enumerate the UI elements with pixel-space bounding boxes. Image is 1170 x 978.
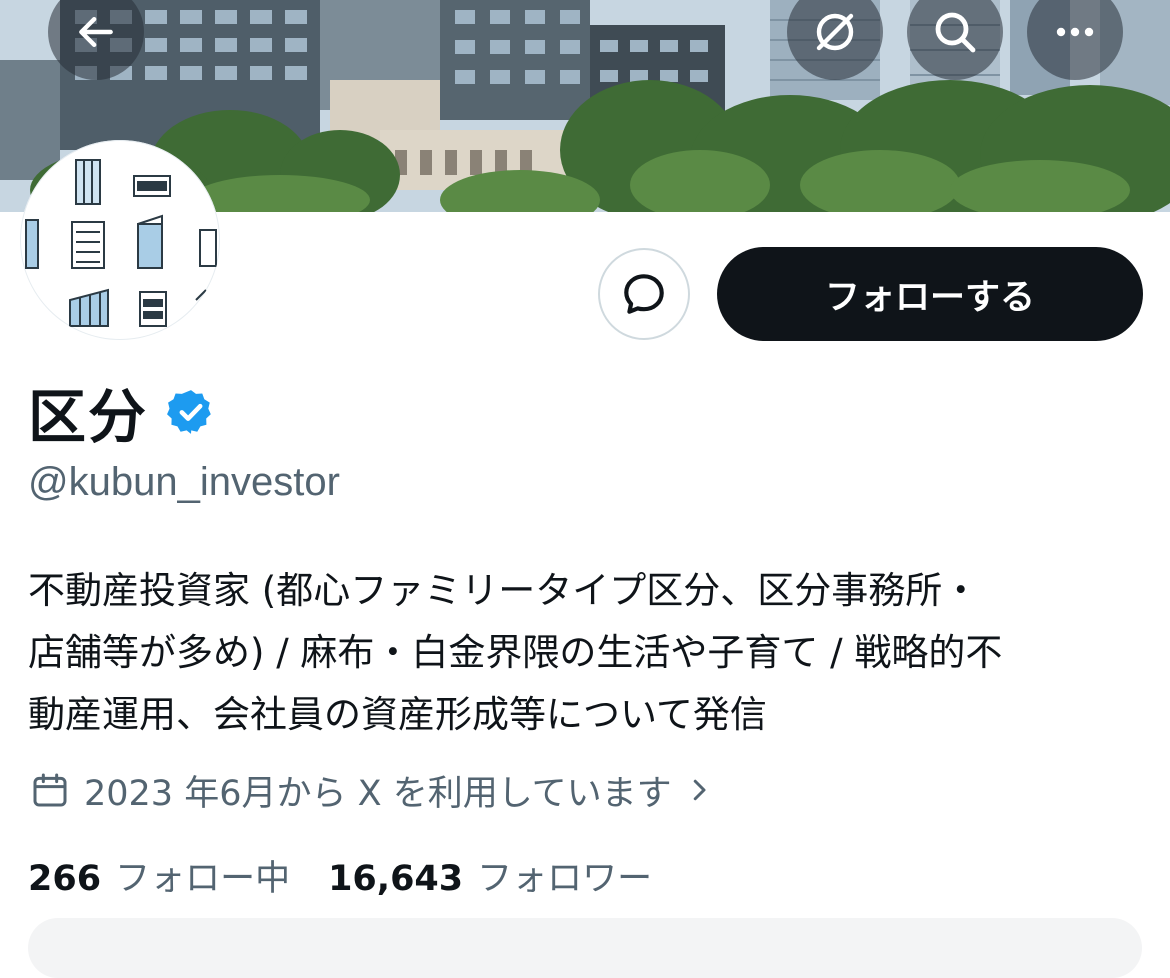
calendar-icon xyxy=(33,773,67,807)
bio-line: 不動産投資家 (都心ファミリータイプ区分、区分事務所・ xyxy=(28,569,980,612)
display-name: 区分 xyxy=(28,383,149,451)
bio: 不動産投資家 (都心ファミリータイプ区分、区分事務所・ 店舗等が多め) / 麻布… xyxy=(28,560,1138,746)
joined-date-row[interactable]: 2023 年6月から X を利用しています xyxy=(30,766,714,814)
avatar-buildings-image xyxy=(25,159,217,327)
arrow-left-icon xyxy=(79,16,113,48)
followers-link[interactable]: 16,643 フォロワー xyxy=(328,850,652,901)
following-count: 266 xyxy=(28,859,102,899)
joined-date-text: 2023 年6月から X を利用しています xyxy=(84,773,672,814)
followers-count: 16,643 xyxy=(328,859,464,899)
handle: @kubun_investor xyxy=(28,460,340,504)
avatar[interactable] xyxy=(20,140,220,340)
message-button[interactable] xyxy=(598,248,690,340)
more-horizontal-icon xyxy=(1056,27,1094,37)
profile-name-row: 区分 xyxy=(28,376,216,451)
message-bubble-icon xyxy=(624,274,664,314)
search-icon xyxy=(935,12,976,53)
bio-line: 店舗等が多め) / 麻布・白金界隈の生活や子育て / 戦略的不 xyxy=(28,631,1003,674)
bio-line: 動産運用、会社員の資産形成等について発信 xyxy=(28,693,767,736)
verified-badge-icon[interactable] xyxy=(166,387,216,437)
followers-label: フォロワー xyxy=(477,859,653,899)
following-link[interactable]: 266 フォロー中 xyxy=(28,850,290,901)
follow-stats: 266 フォロー中 16,643 フォロワー xyxy=(28,850,690,901)
no-symbol-icon xyxy=(816,13,854,51)
follow-button[interactable]: フォローする xyxy=(717,247,1143,341)
followed-by-card[interactable] xyxy=(28,918,1142,978)
following-label: フォロー中 xyxy=(115,859,291,899)
chevron-right-icon xyxy=(693,779,706,801)
